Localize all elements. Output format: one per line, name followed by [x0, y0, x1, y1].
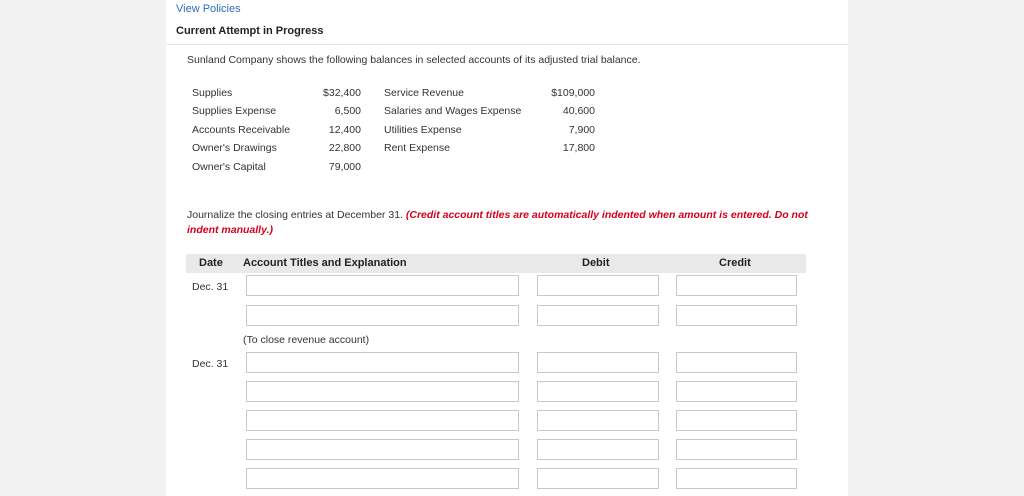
account-title-input[interactable]: [246, 381, 519, 402]
entry-date: Dec. 31: [192, 358, 229, 370]
debit-input[interactable]: [537, 352, 659, 373]
column-header-debit: Debit: [582, 257, 610, 269]
balance-amount: 40,600: [562, 105, 595, 117]
debit-input[interactable]: [537, 275, 659, 296]
journal-instructions: Journalize the closing entries at Decemb…: [187, 208, 827, 238]
account-title-input[interactable]: [246, 468, 519, 489]
attempt-title: Current Attempt in Progress: [176, 25, 324, 37]
balance-amount: 22,800: [328, 142, 361, 154]
balance-account-name: Salaries and Wages Expense: [384, 105, 522, 117]
journal-instruction-text: Journalize the closing entries at Decemb…: [187, 209, 403, 221]
credit-input[interactable]: [676, 275, 797, 296]
balance-amount: 17,800: [562, 142, 595, 154]
account-title-input[interactable]: [246, 352, 519, 373]
view-policies-link[interactable]: View Policies: [176, 3, 241, 15]
debit-input[interactable]: [537, 439, 659, 460]
divider: [166, 44, 848, 45]
debit-input[interactable]: [537, 381, 659, 402]
credit-input[interactable]: [676, 381, 797, 402]
entry-date: Dec. 31: [192, 281, 229, 293]
debit-input[interactable]: [537, 410, 659, 431]
journal-table-header: Date Account Titles and Explanation Debi…: [186, 254, 806, 273]
balance-amount: 79,000: [328, 161, 361, 173]
debit-input[interactable]: [537, 305, 659, 326]
balance-account-name: Owner's Drawings: [192, 142, 277, 154]
balance-amount: 6,500: [334, 105, 361, 117]
credit-input[interactable]: [676, 410, 797, 431]
balance-account-name: Owner's Capital: [192, 161, 266, 173]
credit-input[interactable]: [676, 439, 797, 460]
credit-input[interactable]: [676, 468, 797, 489]
balance-account-name: Supplies Expense: [192, 105, 277, 117]
balance-account-name: Rent Expense: [384, 142, 450, 154]
account-title-input[interactable]: [246, 410, 519, 431]
balance-amount: $109,000: [551, 87, 595, 99]
column-header-account: Account Titles and Explanation: [243, 257, 407, 269]
balance-account-name: Supplies: [192, 87, 233, 99]
balance-amount: 7,900: [568, 124, 595, 136]
credit-input[interactable]: [676, 352, 797, 373]
account-title-input[interactable]: [246, 305, 519, 326]
column-header-date: Date: [199, 257, 223, 269]
balance-account-name: Accounts Receivable: [192, 124, 291, 136]
balance-account-name: Utilities Expense: [384, 124, 462, 136]
question-panel: View Policies Current Attempt in Progres…: [166, 0, 848, 496]
credit-input[interactable]: [676, 305, 797, 326]
balance-amount: 12,400: [328, 124, 361, 136]
column-header-credit: Credit: [719, 257, 751, 269]
account-title-input[interactable]: [246, 439, 519, 460]
balance-account-name: Service Revenue: [384, 87, 464, 99]
balance-amount: $32,400: [323, 87, 361, 99]
account-title-input[interactable]: [246, 275, 519, 296]
problem-prompt: Sunland Company shows the following bala…: [187, 54, 641, 66]
debit-input[interactable]: [537, 468, 659, 489]
entry-explanation: (To close revenue account): [243, 334, 370, 346]
